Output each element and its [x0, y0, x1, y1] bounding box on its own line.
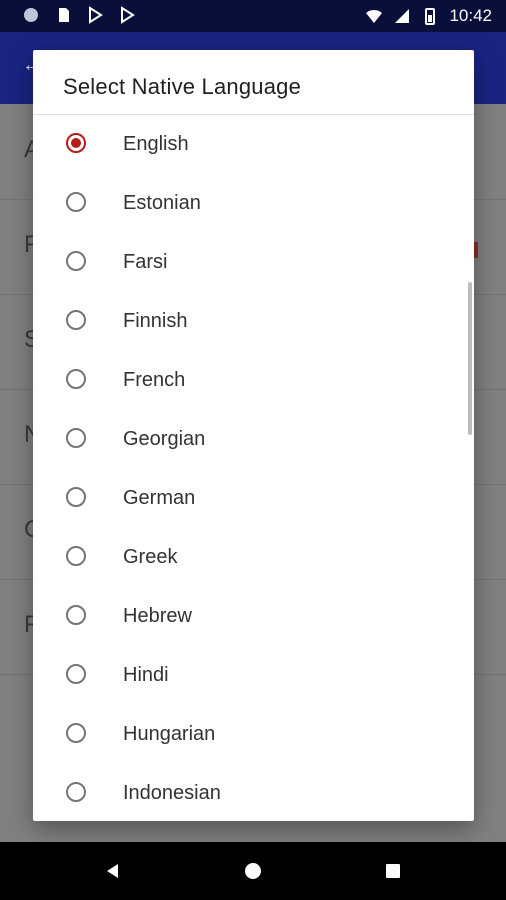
radio-button[interactable] — [66, 428, 86, 448]
language-option-label: Hindi — [123, 664, 169, 686]
dot-icon — [24, 8, 38, 22]
recents-icon[interactable] — [383, 861, 403, 881]
radio-button[interactable] — [66, 369, 86, 389]
language-option-greek[interactable]: Greek — [33, 529, 474, 588]
radio-button[interactable] — [66, 546, 86, 566]
battery-icon — [425, 8, 436, 25]
radio-button[interactable] — [66, 251, 86, 271]
language-option-german[interactable]: German — [33, 470, 474, 529]
play-store-icon — [121, 6, 135, 24]
radio-button[interactable] — [66, 487, 86, 507]
language-option-hungarian[interactable]: Hungarian — [33, 706, 474, 765]
language-option-indonesian[interactable]: Indonesian — [33, 765, 474, 821]
language-option-label: Finnish — [123, 310, 188, 332]
dialog-title: Select Native Language — [63, 74, 302, 99]
home-icon[interactable] — [243, 861, 263, 881]
language-option-hindi[interactable]: Hindi — [33, 647, 474, 706]
dialog-divider — [33, 114, 474, 115]
language-option-farsi[interactable]: Farsi — [33, 234, 474, 293]
language-option-english[interactable]: English — [33, 116, 474, 175]
language-option-georgian[interactable]: Georgian — [33, 411, 474, 470]
sd-card-icon — [59, 8, 69, 22]
language-option-label: English — [123, 133, 189, 155]
clock: 10:42 — [449, 6, 492, 25]
radio-button[interactable] — [66, 192, 86, 212]
language-option-label: Indonesian — [123, 782, 221, 804]
language-option-estonian[interactable]: Estonian — [33, 175, 474, 234]
status-bar: 10:42 — [0, 0, 506, 32]
radio-button[interactable] — [66, 782, 86, 802]
language-option-label: French — [123, 369, 186, 391]
language-option-label: Estonian — [123, 192, 201, 214]
wifi-icon — [366, 9, 383, 23]
scrollbar[interactable] — [468, 282, 472, 435]
language-options-list[interactable]: English Estonian Farsi Finnish French Ge… — [33, 116, 474, 821]
signal-icon — [395, 9, 410, 23]
language-option-label: Hungarian — [123, 723, 216, 745]
play-store-icon — [89, 6, 103, 24]
language-option-label: Hebrew — [123, 605, 192, 627]
language-option-label: Georgian — [123, 428, 206, 450]
language-option-label: Farsi — [123, 251, 168, 273]
language-option-hebrew[interactable]: Hebrew — [33, 588, 474, 647]
back-icon[interactable] — [103, 861, 123, 881]
radio-button[interactable] — [66, 664, 86, 684]
language-option-finnish[interactable]: Finnish — [33, 293, 474, 352]
radio-button[interactable] — [66, 723, 86, 743]
language-option-french[interactable]: French — [33, 352, 474, 411]
radio-button-checked[interactable] — [66, 133, 86, 153]
language-option-label: Greek — [123, 546, 178, 568]
radio-button[interactable] — [66, 605, 86, 625]
language-option-label: German — [123, 487, 196, 509]
navigation-bar — [0, 842, 506, 900]
radio-button[interactable] — [66, 310, 86, 330]
select-native-language-dialog: Select Native Language English Estonian … — [33, 50, 474, 821]
